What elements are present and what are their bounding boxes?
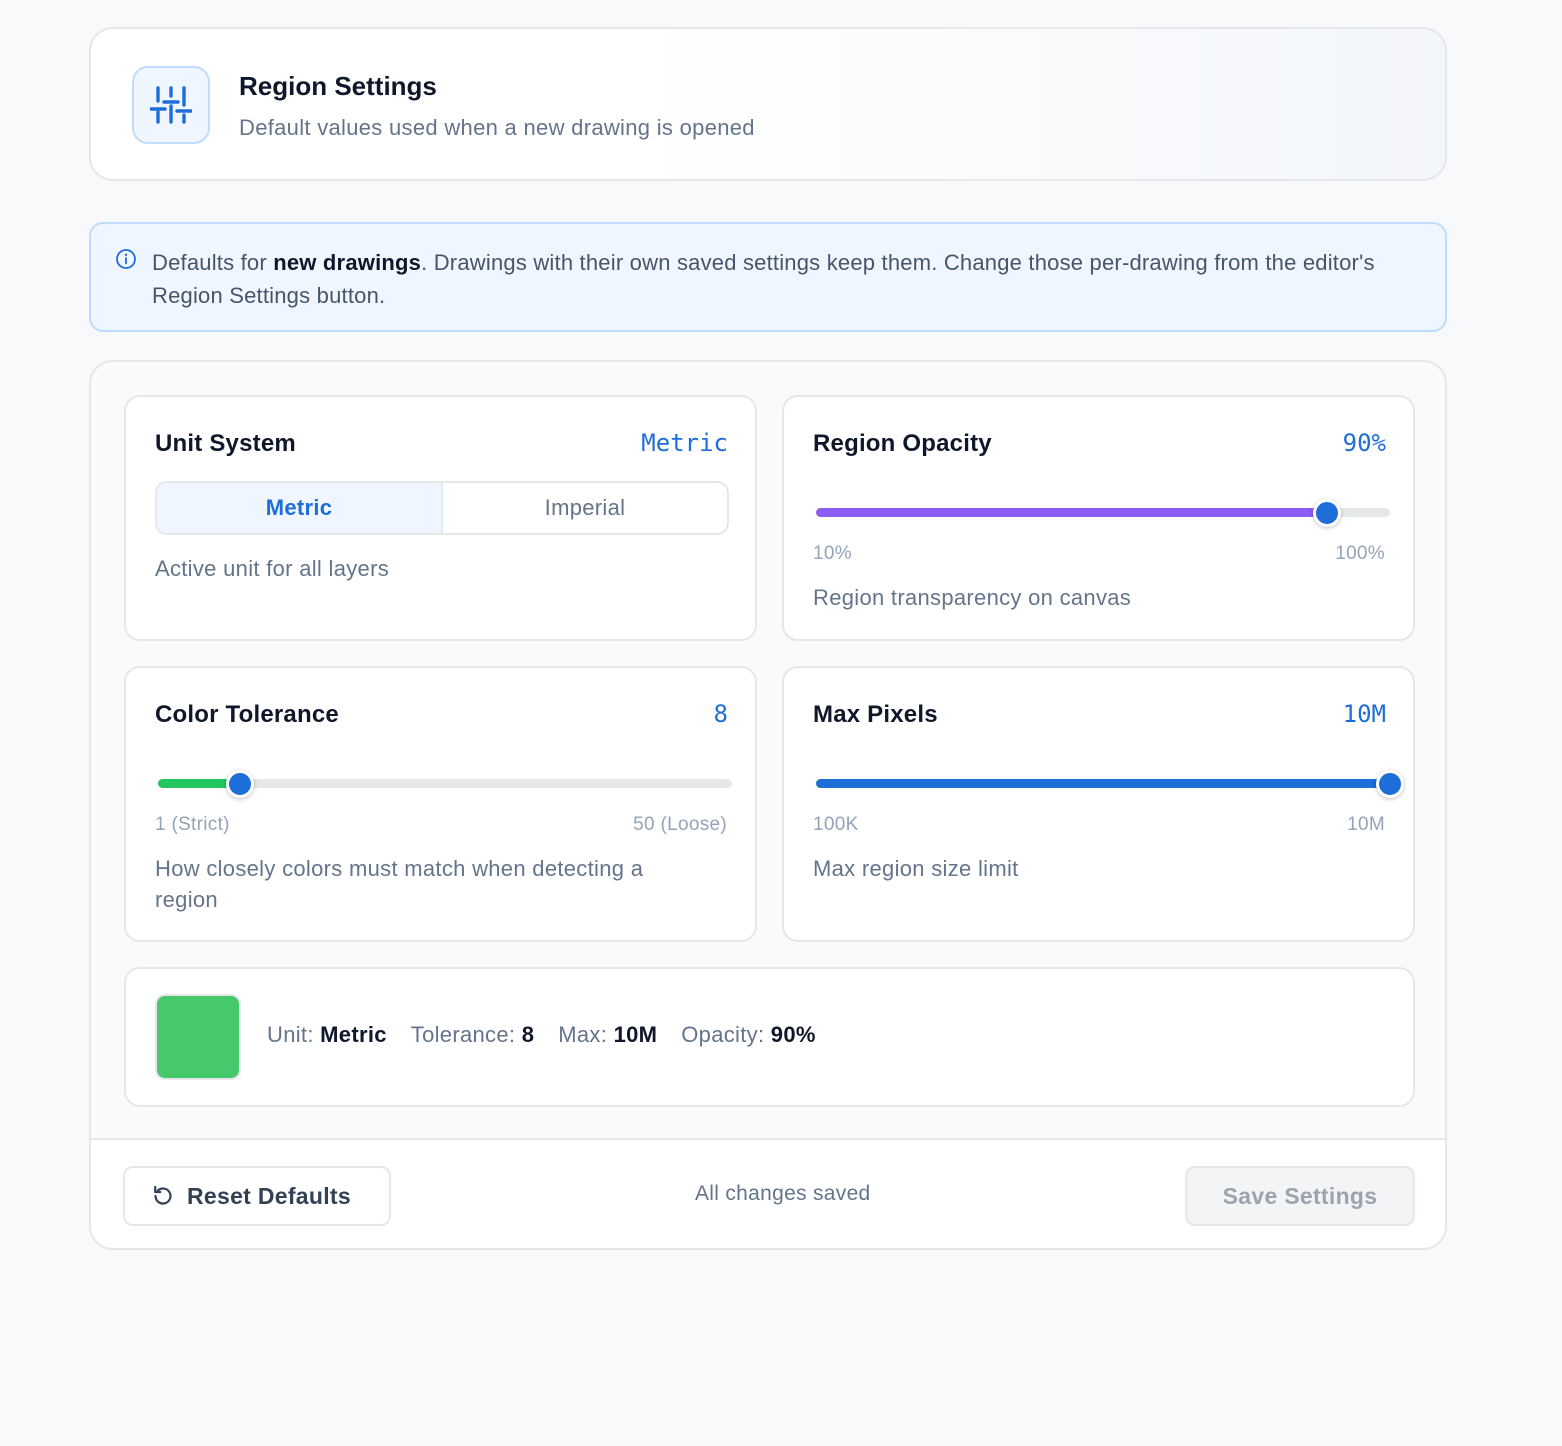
color-tolerance-card: Color Tolerance 8 1 (Strict) 50 (Loose) … [124, 666, 757, 942]
slider-fill [816, 779, 1390, 788]
color-tolerance-title: Color Tolerance [155, 701, 339, 728]
region-opacity-max: 100% [1335, 543, 1385, 564]
region-opacity-card: Region Opacity 90% 10% 100% Region trans… [782, 395, 1415, 641]
page-subtitle: Default values used when a new drawing i… [239, 115, 755, 140]
summary-card: Unit: Metric Tolerance: 8 Max: 10M Opaci… [124, 967, 1415, 1107]
slider-thumb[interactable] [226, 769, 255, 798]
unit-option-imperial[interactable]: Imperial [443, 483, 727, 533]
slider-thumb[interactable] [1376, 769, 1404, 798]
save-status: All changes saved [695, 1182, 871, 1205]
summary-opacity: Opacity: 90% [681, 1022, 816, 1047]
unit-option-metric[interactable]: Metric [157, 483, 443, 533]
info-icon [116, 249, 136, 269]
max-pixels-value: 10M [1342, 700, 1386, 728]
region-opacity-description: Region transparency on canvas [813, 585, 1132, 610]
settings-panel: Unit System Metric Metric Imperial Activ… [89, 360, 1447, 1250]
max-pixels-max: 10M [1347, 814, 1385, 835]
max-pixels-min: 100K [813, 814, 859, 835]
region-opacity-title: Region Opacity [813, 430, 992, 457]
slider-thumb[interactable] [1312, 498, 1341, 527]
unit-system-toggle: Metric Imperial [155, 481, 729, 535]
color-tolerance-value: 8 [713, 700, 728, 728]
color-tolerance-min: 1 (Strict) [155, 814, 230, 835]
summary-unit: Unit: Metric [267, 1022, 387, 1047]
max-pixels-card: Max Pixels 10M 100K 10M Max region size … [782, 666, 1415, 942]
header-card: Region Settings Default values used when… [89, 27, 1447, 181]
color-swatch [155, 994, 241, 1080]
max-pixels-title: Max Pixels [813, 701, 938, 728]
color-tolerance-slider[interactable] [158, 769, 732, 798]
summary-max: Max: 10M [558, 1022, 658, 1047]
footer-bar: Reset Defaults All changes saved Save Se… [91, 1138, 1445, 1248]
summary-tolerance: Tolerance: 8 [410, 1022, 535, 1047]
unit-system-description: Active unit for all layers [155, 556, 389, 581]
summary-line: Unit: Metric Tolerance: 8 Max: 10M Opaci… [267, 1022, 816, 1048]
color-tolerance-max: 50 (Loose) [633, 814, 727, 835]
info-text: Defaults for new drawings. Drawings with… [152, 250, 1375, 308]
color-tolerance-description: How closely colors must match when detec… [155, 856, 644, 912]
info-banner: Defaults for new drawings. Drawings with… [89, 222, 1447, 332]
max-pixels-slider[interactable] [816, 769, 1404, 798]
reset-icon [154, 1185, 172, 1205]
page: Region Settings Default values used when… [0, 0, 1562, 1446]
region-opacity-min: 10% [813, 543, 852, 564]
page-title: Region Settings [239, 71, 437, 101]
region-opacity-slider[interactable] [816, 498, 1390, 527]
unit-system-value: Metric [641, 429, 728, 457]
slider-fill [816, 508, 1327, 517]
reset-defaults-button[interactable]: Reset Defaults [123, 1166, 391, 1226]
max-pixels-description: Max region size limit [813, 856, 1019, 881]
save-settings-button[interactable]: Save Settings [1185, 1166, 1415, 1226]
reset-defaults-label: Reset Defaults [187, 1182, 351, 1209]
unit-system-card: Unit System Metric Metric Imperial Activ… [124, 395, 757, 641]
region-opacity-value: 90% [1342, 429, 1386, 457]
sliders-icon [132, 66, 210, 144]
unit-system-title: Unit System [155, 430, 296, 457]
info-emphasis: new drawings [273, 250, 422, 275]
